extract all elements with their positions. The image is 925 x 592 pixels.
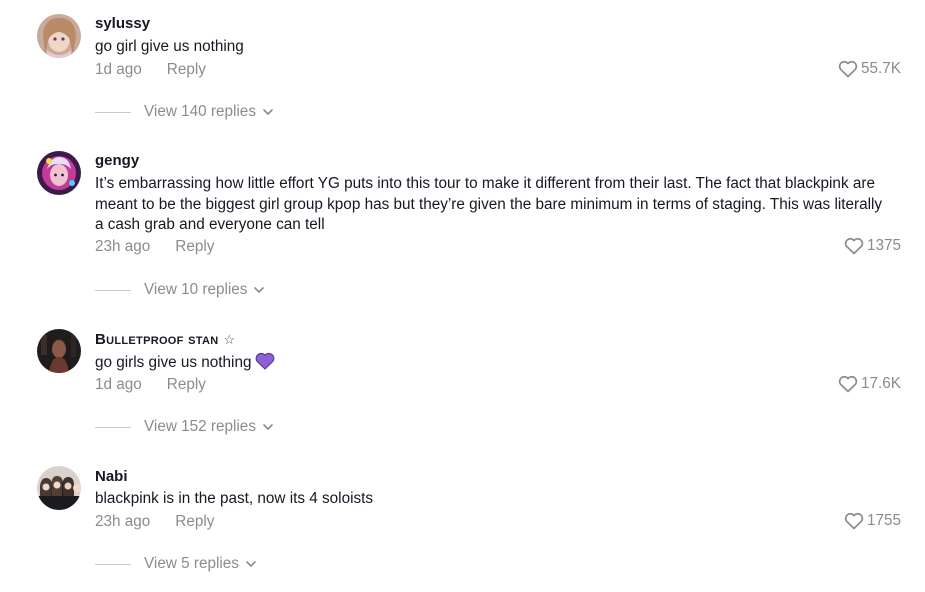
avatar[interactable] [37,151,81,195]
comment-meta: 1d ago Reply [95,61,206,79]
heart-outline-icon [838,375,858,393]
view-replies-button[interactable]: View 10 replies [95,281,265,299]
chevron-down-icon [262,418,274,436]
avatar[interactable] [37,329,81,373]
chevron-down-icon [253,281,265,299]
chevron-down-icon [262,103,274,121]
like-button[interactable]: 1375 [844,237,901,255]
like-button[interactable]: 1755 [844,512,901,530]
comment-time: 23h ago [95,513,151,530]
reply-button[interactable]: Reply [167,376,206,393]
reply-button[interactable]: Reply [175,513,214,530]
comment-meta: 23h ago Reply [95,513,214,531]
avatar[interactable] [37,466,81,510]
comment-meta: 1d ago Reply [95,376,206,394]
heart-outline-icon [844,237,864,255]
comment-username[interactable]: sylussy [95,15,150,32]
comment-meta: 23h ago Reply [95,238,214,256]
username-text: Bulletproof stan [95,331,219,348]
comment-time: 1d ago [95,61,142,78]
star-icon: ☆ [223,332,236,347]
divider-line [95,426,131,428]
divider-line [95,111,131,113]
chevron-down-icon [245,555,257,573]
heart-outline-icon [838,60,858,78]
like-count: 55.7K [861,60,901,77]
comment-time: 23h ago [95,238,151,255]
reply-button[interactable]: Reply [167,61,206,78]
like-button[interactable]: 17.6K [838,375,901,393]
view-replies-label: View 140 replies [144,103,256,120]
comment-text: go girls give us nothing [95,352,885,377]
like-count: 1755 [866,512,901,529]
comment-username[interactable]: Bulletproof stan ☆ [95,331,235,348]
purple-heart-emoji [255,352,275,377]
comment-username[interactable]: Nabi [95,468,128,485]
comment-text: It’s embarrassing how little effort YG p… [95,175,883,233]
comment-text: blackpink is in the past, now its 4 solo… [95,490,374,507]
view-replies-label: View 5 replies [144,555,239,572]
view-replies-button[interactable]: View 5 replies [95,555,257,573]
divider-line [95,289,131,291]
like-count: 1375 [866,237,901,254]
comment-text-body: go girls give us nothing [95,354,252,371]
view-replies-button[interactable]: View 152 replies [95,418,274,436]
comment-text: go girl give us nothing [95,38,244,55]
reply-button[interactable]: Reply [175,238,214,255]
heart-outline-icon [844,512,864,530]
view-replies-label: View 152 replies [144,418,256,435]
comment-time: 1d ago [95,376,142,393]
comment-username[interactable]: gengy [95,152,139,169]
like-count: 17.6K [861,375,901,392]
view-replies-label: View 10 replies [144,281,248,298]
avatar[interactable] [37,14,81,58]
like-button[interactable]: 55.7K [838,60,901,78]
divider-line [95,563,131,565]
view-replies-button[interactable]: View 140 replies [95,103,274,121]
